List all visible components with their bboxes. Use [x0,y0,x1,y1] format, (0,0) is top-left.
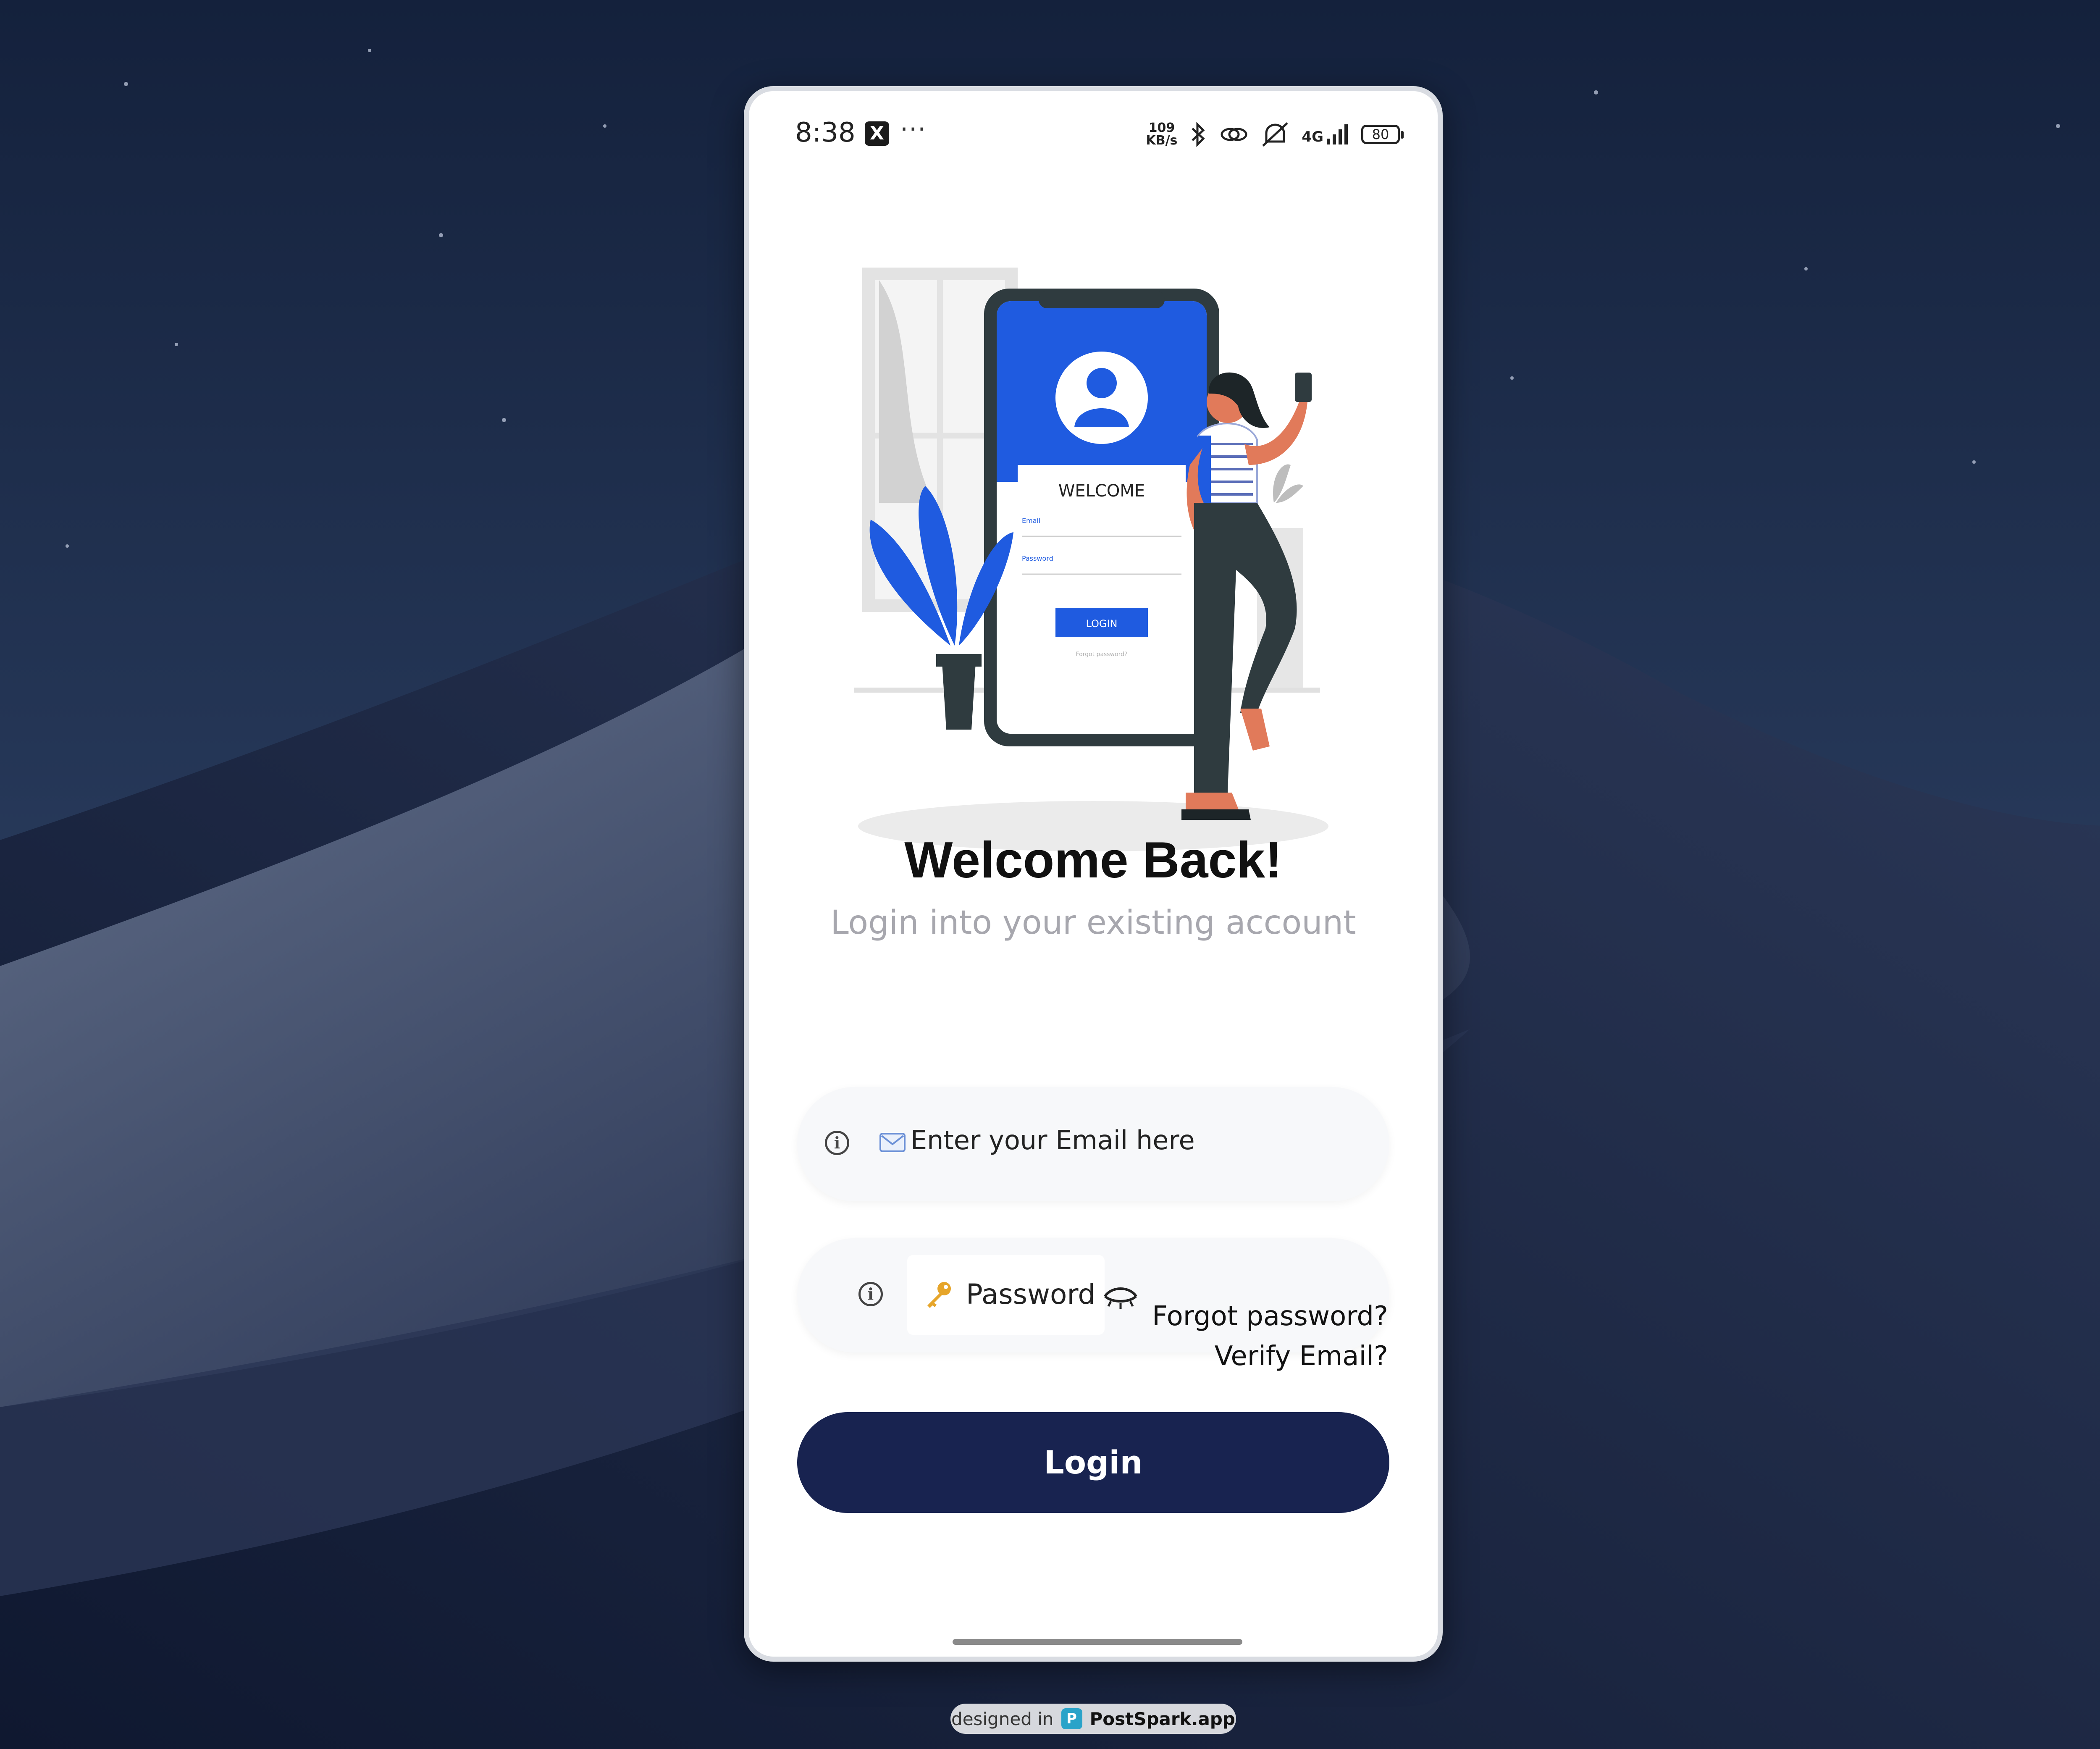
battery-icon: 80 [1361,125,1404,144]
signal-icon [1327,124,1348,144]
bluetooth-icon [1192,122,1205,147]
badge-prefix: designed in [951,1708,1054,1729]
password-input[interactable]: Password [966,1278,1095,1310]
password-input-box[interactable]: Password [907,1255,1105,1335]
email-input[interactable]: Enter your Email here [911,1125,1195,1155]
network-speed-value: 109 [1148,121,1175,135]
network-type: 4G [1302,129,1323,145]
login-button[interactable]: Login [797,1412,1389,1513]
illustration-welcome-text: WELCOME [1058,481,1145,501]
illustration-forgot-text: Forgot password? [1076,651,1128,658]
network-speed: 109 KB/s [1146,122,1177,147]
toggle-password-visibility-icon[interactable] [1102,1276,1139,1314]
verify-email-link[interactable]: Verify Email? [1215,1341,1388,1372]
illustration-password-label: Password [1022,554,1053,562]
page-subtitle: Login into your existing account [830,904,1356,942]
illustration-login-text: LOGIN [1086,618,1117,630]
status-icons: 109 KB/s 4G 80 [1146,120,1404,149]
network-speed-unit: KB/s [1146,133,1178,148]
home-indicator[interactable] [953,1639,1242,1645]
password-field[interactable]: i Password [797,1238,1389,1352]
email-icon [879,1133,906,1152]
page-title: Welcome Back! [904,831,1282,888]
email-field[interactable]: i Enter your Email here [797,1087,1389,1201]
login-illustration: WELCOME Email Password LOGIN Forgot pass… [854,268,1328,851]
email-info-icon[interactable]: i [825,1131,849,1155]
phone-frame: 8:38 X ··· 109 KB/s 4G 80 WELCOME Email … [744,86,1443,1662]
status-time: 8:38 [795,117,856,148]
forgot-password-link[interactable]: Forgot password? [1152,1301,1388,1332]
illustration-email-label: Email [1022,517,1040,525]
password-info-icon[interactable]: i [858,1282,883,1306]
badge-brand: PostSpark.app [1089,1708,1235,1729]
postspark-badge[interactable]: designed in P PostSpark.app [950,1704,1236,1734]
postspark-logo-icon: P [1061,1708,1082,1729]
x-app-icon: X [865,121,889,146]
link-icon [1221,128,1247,141]
key-icon [927,1282,951,1308]
status-bar: 8:38 X ··· 109 KB/s 4G 80 [749,91,1438,175]
mute-icon [1262,122,1289,147]
more-notifications-icon: ··· [900,115,927,144]
